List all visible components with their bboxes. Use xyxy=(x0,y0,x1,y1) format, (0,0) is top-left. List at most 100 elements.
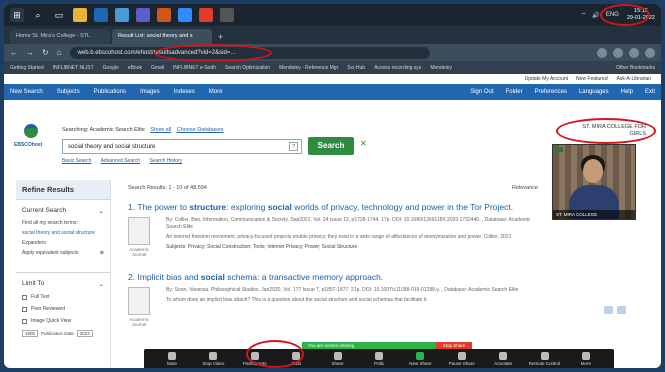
store-icon[interactable] xyxy=(199,8,213,22)
camera-icon xyxy=(209,351,218,360)
help-link[interactable]: Help xyxy=(621,89,633,95)
result-title[interactable]: 2. Implicit bias and social schema: a tr… xyxy=(118,272,548,282)
bookmark-item[interactable]: eBook xyxy=(128,65,142,71)
extension-icon[interactable] xyxy=(597,47,607,58)
bookmark-item[interactable]: Mendeley xyxy=(430,65,452,71)
bookmark-item[interactable]: Access recording sys xyxy=(374,65,421,71)
reload-icon[interactable]: ↻ xyxy=(42,48,49,57)
pause-share-button[interactable]: Pause Share xyxy=(444,351,480,366)
sign-out-link[interactable]: Sign Out xyxy=(470,89,493,95)
video-name-label: ST. MIRA COLLEGE xyxy=(553,210,635,219)
advanced-search-link[interactable]: Advanced Search xyxy=(101,158,140,164)
result-thumb[interactable]: Academic Journal xyxy=(128,287,158,327)
languages-link[interactable]: Languages xyxy=(579,89,609,95)
chevron-down-icon[interactable]: ⌄ xyxy=(99,280,104,288)
peer-reviewed-checkbox[interactable]: Peer Reviewed xyxy=(16,303,110,315)
current-query-link[interactable]: social theory and social structure xyxy=(16,228,110,238)
video-thumbnail[interactable]: ST. MIRA COLLEGE xyxy=(552,144,636,220)
result-title[interactable]: 1. The power to structure: exploring soc… xyxy=(118,202,548,212)
thumb-label: Academic Journal xyxy=(129,247,149,257)
other-bookmarks[interactable]: Other Bookmarks xyxy=(616,65,655,71)
polls-button[interactable]: Polls xyxy=(361,351,397,366)
exit-link[interactable]: Exit xyxy=(645,89,655,95)
checkbox-icon[interactable] xyxy=(22,294,27,300)
bookmark-item[interactable]: Sci-Hub xyxy=(347,65,365,71)
pub-start-input[interactable]: 1900 xyxy=(22,330,39,337)
help-icon[interactable]: ? xyxy=(289,142,298,151)
search-input[interactable]: social theory and social structure ? xyxy=(62,139,302,154)
remove-icon[interactable]: ⊗ xyxy=(100,250,104,256)
new-share-button[interactable]: New Share xyxy=(402,351,438,366)
zoom-icon[interactable] xyxy=(178,8,192,22)
basic-search-link[interactable]: Basic Search xyxy=(62,158,91,164)
extension-icon[interactable] xyxy=(613,47,623,58)
chrome-icon[interactable] xyxy=(94,8,108,22)
browser-tab[interactable]: Home St. Mira's College - STL xyxy=(10,29,110,44)
folder-add-icon[interactable] xyxy=(617,306,626,314)
task-view-icon[interactable]: ▭ xyxy=(52,8,66,22)
toolbar-images[interactable]: Images xyxy=(140,89,160,95)
toolbar-more[interactable]: More xyxy=(209,89,223,95)
back-icon[interactable]: ← xyxy=(10,48,18,57)
bookmark-item[interactable]: Google xyxy=(103,65,119,71)
browser-tab-bar: Home St. Mira's College - STL Result Lis… xyxy=(4,26,661,44)
limit-to-section[interactable]: Limit To ⌄ xyxy=(16,272,110,291)
ebsco-logo[interactable]: EBSCOhost xyxy=(14,122,50,156)
toolbar-new-search[interactable]: New Search xyxy=(10,89,43,95)
screen-frame: ⊞ ⌕ ▭ ⌔ 🔊 ENG 15:15 29-01-2022 Home St. … xyxy=(4,4,661,368)
bookmark-item[interactable]: Search Optimization xyxy=(225,65,270,71)
current-search-section[interactable]: Current Search ⌄ xyxy=(16,199,110,218)
preview-icon[interactable] xyxy=(604,306,613,314)
new-features-link[interactable]: New Features! xyxy=(576,76,609,82)
full-text-checkbox[interactable]: Full Text xyxy=(16,291,110,303)
share-button[interactable]: Share xyxy=(320,351,356,366)
windows-icon[interactable]: ⊞ xyxy=(10,8,24,22)
preferences-link[interactable]: Preferences xyxy=(535,89,567,95)
pub-end-input[interactable]: 2022 xyxy=(76,330,93,337)
annotate-button[interactable]: Annotate xyxy=(485,351,521,366)
explorer-icon[interactable] xyxy=(73,8,87,22)
search-history-link[interactable]: Search History xyxy=(149,158,182,164)
home-icon[interactable]: ⌂ xyxy=(57,48,62,57)
checkbox-icon[interactable] xyxy=(22,318,27,324)
mail-icon[interactable] xyxy=(115,8,129,22)
bookmark-item[interactable]: Mendeley - Reference Mgr xyxy=(279,65,338,71)
college-name-line2: GIRLS xyxy=(629,131,646,137)
bookmark-item[interactable]: INFLIBNET NLIST xyxy=(53,65,94,71)
search-button[interactable]: Search xyxy=(308,137,354,155)
bookmark-item[interactable]: Getting Started xyxy=(10,65,44,71)
person-face xyxy=(583,159,603,183)
update-account-link[interactable]: Update My Account xyxy=(525,76,568,82)
image-quick-view-checkbox[interactable]: Image Quick View xyxy=(16,315,110,327)
toolbar-subjects[interactable]: Subjects xyxy=(57,89,80,95)
settings-icon[interactable] xyxy=(220,8,234,22)
sort-relevance[interactable]: Relevance xyxy=(512,185,538,191)
checkbox-icon[interactable] xyxy=(22,306,27,312)
toolbar-indexes[interactable]: Indexes xyxy=(174,89,195,95)
teams-icon[interactable] xyxy=(136,8,150,22)
forward-icon[interactable]: → xyxy=(26,48,34,57)
mute-button[interactable]: Mute xyxy=(154,351,190,366)
chevron-down-icon[interactable]: ⌄ xyxy=(99,207,104,215)
bookmark-item[interactable]: INFLIBNET e-Sodh xyxy=(173,65,216,71)
browser-tab-active[interactable]: Result List: social theory and s xyxy=(112,29,212,44)
result-meta: By: Collier, Ben. Information, Communica… xyxy=(166,217,538,257)
stop-video-button[interactable]: Stop Video xyxy=(195,351,231,366)
new-tab-icon[interactable]: + xyxy=(214,30,227,44)
sound-icon[interactable]: 🔊 xyxy=(592,12,599,19)
toolbar-publications[interactable]: Publications xyxy=(94,89,126,95)
result-thumb[interactable]: Academic Journal xyxy=(128,217,158,257)
extension-icon[interactable] xyxy=(629,47,639,58)
clear-search-icon[interactable]: ✕ xyxy=(360,139,367,148)
more-button[interactable]: More xyxy=(568,351,604,366)
show-all-link[interactable]: Show all xyxy=(150,127,171,133)
bookmark-item[interactable]: Gmail xyxy=(151,65,164,71)
folder-link[interactable]: Folder xyxy=(506,89,523,95)
wifi-icon[interactable]: ⌔ xyxy=(581,11,587,19)
remote-control-button[interactable]: Remote Control xyxy=(527,351,563,366)
search-icon[interactable]: ⌕ xyxy=(31,8,45,22)
app-icon[interactable] xyxy=(157,8,171,22)
profile-icon[interactable] xyxy=(645,47,655,58)
choose-databases-link[interactable]: Choose Databases xyxy=(177,127,224,133)
ask-librarian-link[interactable]: Ask-A-Librarian xyxy=(617,76,651,82)
